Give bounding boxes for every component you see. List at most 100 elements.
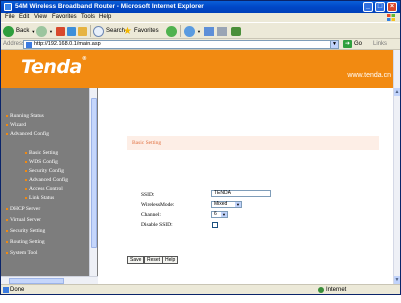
history-icon <box>184 25 195 37</box>
mail-button[interactable] <box>204 25 214 37</box>
scroll-up-icon[interactable]: ▲ <box>394 88 400 96</box>
toolbar: Back ▼ ▼ Search ★ Favorites ▼ <box>1 22 400 39</box>
bullet-icon <box>6 251 8 254</box>
menu-view[interactable]: View <box>34 14 47 20</box>
home-icon <box>78 26 87 36</box>
bullet-icon <box>25 187 27 190</box>
ie-window-icon <box>4 3 12 11</box>
favorites-button[interactable]: ★ Favorites <box>123 25 159 37</box>
nav-sub-wds-config[interactable]: WDS Config <box>25 159 58 165</box>
history-button[interactable]: ▼ <box>184 25 201 37</box>
refresh-button[interactable] <box>67 25 76 37</box>
left-nav: Running Status Wizard Advanced Config Ba… <box>1 88 98 284</box>
search-icon <box>93 25 104 37</box>
home-button[interactable] <box>78 25 87 37</box>
refresh-icon <box>67 26 76 36</box>
bullet-icon <box>6 229 8 232</box>
go-button[interactable]: ➜ Go <box>343 40 362 48</box>
title-bar[interactable]: 54M Wireless Broadband Router - Microsof… <box>1 1 400 13</box>
chevron-down-icon: ▼ <box>235 202 241 207</box>
scroll-down-icon[interactable]: ▼ <box>394 276 400 284</box>
toolbar-separator <box>180 25 181 37</box>
search-button[interactable]: Search <box>93 25 125 37</box>
bullet-icon <box>6 240 8 243</box>
header-banner: Tenda® www.tenda.cn <box>1 50 393 88</box>
wireless-mode-label: WirelessMode: <box>141 202 175 208</box>
back-arrow-icon <box>3 25 14 37</box>
nav-horizontal-scrollbar[interactable] <box>1 276 98 284</box>
nav-sub-basic-setting[interactable]: Basic Setting <box>25 150 58 156</box>
toolbar-separator <box>90 25 91 37</box>
star-icon: ★ <box>123 25 132 37</box>
page-icon <box>26 42 32 48</box>
browser-window: 54M Wireless Broadband Router - Microsof… <box>0 0 401 295</box>
messenger-button[interactable] <box>231 25 241 37</box>
menu-tools[interactable]: Tools <box>81 14 95 20</box>
save-button[interactable]: Save <box>127 256 145 264</box>
bullet-icon <box>25 196 27 199</box>
nav-item-advanced-config[interactable]: Advanced Config <box>6 131 49 137</box>
status-text: Done <box>10 287 25 293</box>
reset-button[interactable]: Reset <box>144 256 164 264</box>
channel-select[interactable]: 6 ▼ <box>211 211 228 218</box>
help-button[interactable]: Help <box>162 256 179 264</box>
menu-edit[interactable]: Edit <box>19 14 29 20</box>
close-button[interactable]: × <box>387 2 397 12</box>
tenda-logo: Tenda® <box>21 56 87 78</box>
chevron-down-icon: ▼ <box>31 28 36 34</box>
nav-item-system-tool[interactable]: System Tool <box>6 250 37 256</box>
zone-label: Internet <box>326 287 347 293</box>
nav-vertical-scrollbar[interactable] <box>89 88 97 284</box>
links-button[interactable]: Links <box>373 41 387 47</box>
page-done-icon <box>3 287 9 293</box>
address-label: Address <box>3 41 26 47</box>
main-content: Basic Setting SSID: TENDA WirelessMode: … <box>98 88 393 284</box>
nav-item-dhcp-server[interactable]: DHCP Server <box>6 206 40 212</box>
bullet-icon <box>6 123 8 126</box>
maximize-button[interactable]: □ <box>375 2 385 12</box>
nav-sub-security-config[interactable]: Security Config <box>25 168 64 174</box>
window-title: 54M Wireless Broadband Router - Microsof… <box>15 3 204 10</box>
go-label: Go <box>354 41 363 47</box>
bullet-icon <box>25 178 27 181</box>
globe-icon <box>318 287 324 293</box>
minimize-button[interactable]: _ <box>363 2 373 12</box>
bullet-icon <box>25 169 27 172</box>
menu-file[interactable]: File <box>5 14 15 20</box>
forward-arrow-icon <box>36 25 47 37</box>
nav-scroll-thumb[interactable] <box>91 98 97 248</box>
nav-item-routing-setting[interactable]: Routing Setting <box>6 239 45 245</box>
nav-sub-advanced-config[interactable]: Advanced Config <box>25 177 68 183</box>
print-button[interactable] <box>217 25 227 37</box>
bullet-icon <box>6 218 8 221</box>
wireless-mode-select[interactable]: Mixed ▼ <box>211 201 242 208</box>
address-dropdown-icon[interactable]: ▼ <box>330 41 338 48</box>
menu-favorites[interactable]: Favorites <box>52 14 77 20</box>
go-arrow-icon: ➜ <box>343 40 352 48</box>
chevron-down-icon: ▼ <box>197 28 201 34</box>
ssid-input[interactable]: TENDA <box>211 190 271 197</box>
favorites-label: Favorites <box>133 28 159 34</box>
nav-sub-access-control[interactable]: Access Control <box>25 186 63 192</box>
nav-item-wizard[interactable]: Wizard <box>6 122 26 128</box>
disable-ssid-checkbox[interactable] <box>212 222 218 228</box>
section-title: Basic Setting <box>132 140 162 146</box>
address-input[interactable]: http://192.168.0.1/main.asp ▼ <box>23 40 339 49</box>
menu-help[interactable]: Help <box>99 14 111 20</box>
stop-icon <box>56 26 65 36</box>
mail-icon <box>204 26 214 36</box>
forward-button[interactable]: ▼ <box>36 25 53 37</box>
page-vertical-scrollbar[interactable]: ▲ ▼ <box>393 50 400 284</box>
back-button[interactable]: Back ▼ <box>3 25 35 37</box>
chevron-down-icon: ▼ <box>221 212 227 217</box>
stop-button[interactable] <box>56 25 65 37</box>
security-zone: Internet <box>318 287 346 293</box>
nav-item-security-setting[interactable]: Security Setting <box>6 228 45 234</box>
nav-item-virtual-server[interactable]: Virtual Server <box>6 217 41 223</box>
channel-value: 6 <box>214 211 217 217</box>
windows-logo-icon <box>387 14 395 21</box>
nav-item-running-status[interactable]: Running Status <box>6 113 44 119</box>
media-button[interactable] <box>166 25 177 37</box>
nav-sub-link-status[interactable]: Link Status <box>25 195 54 201</box>
bullet-icon <box>6 207 8 210</box>
